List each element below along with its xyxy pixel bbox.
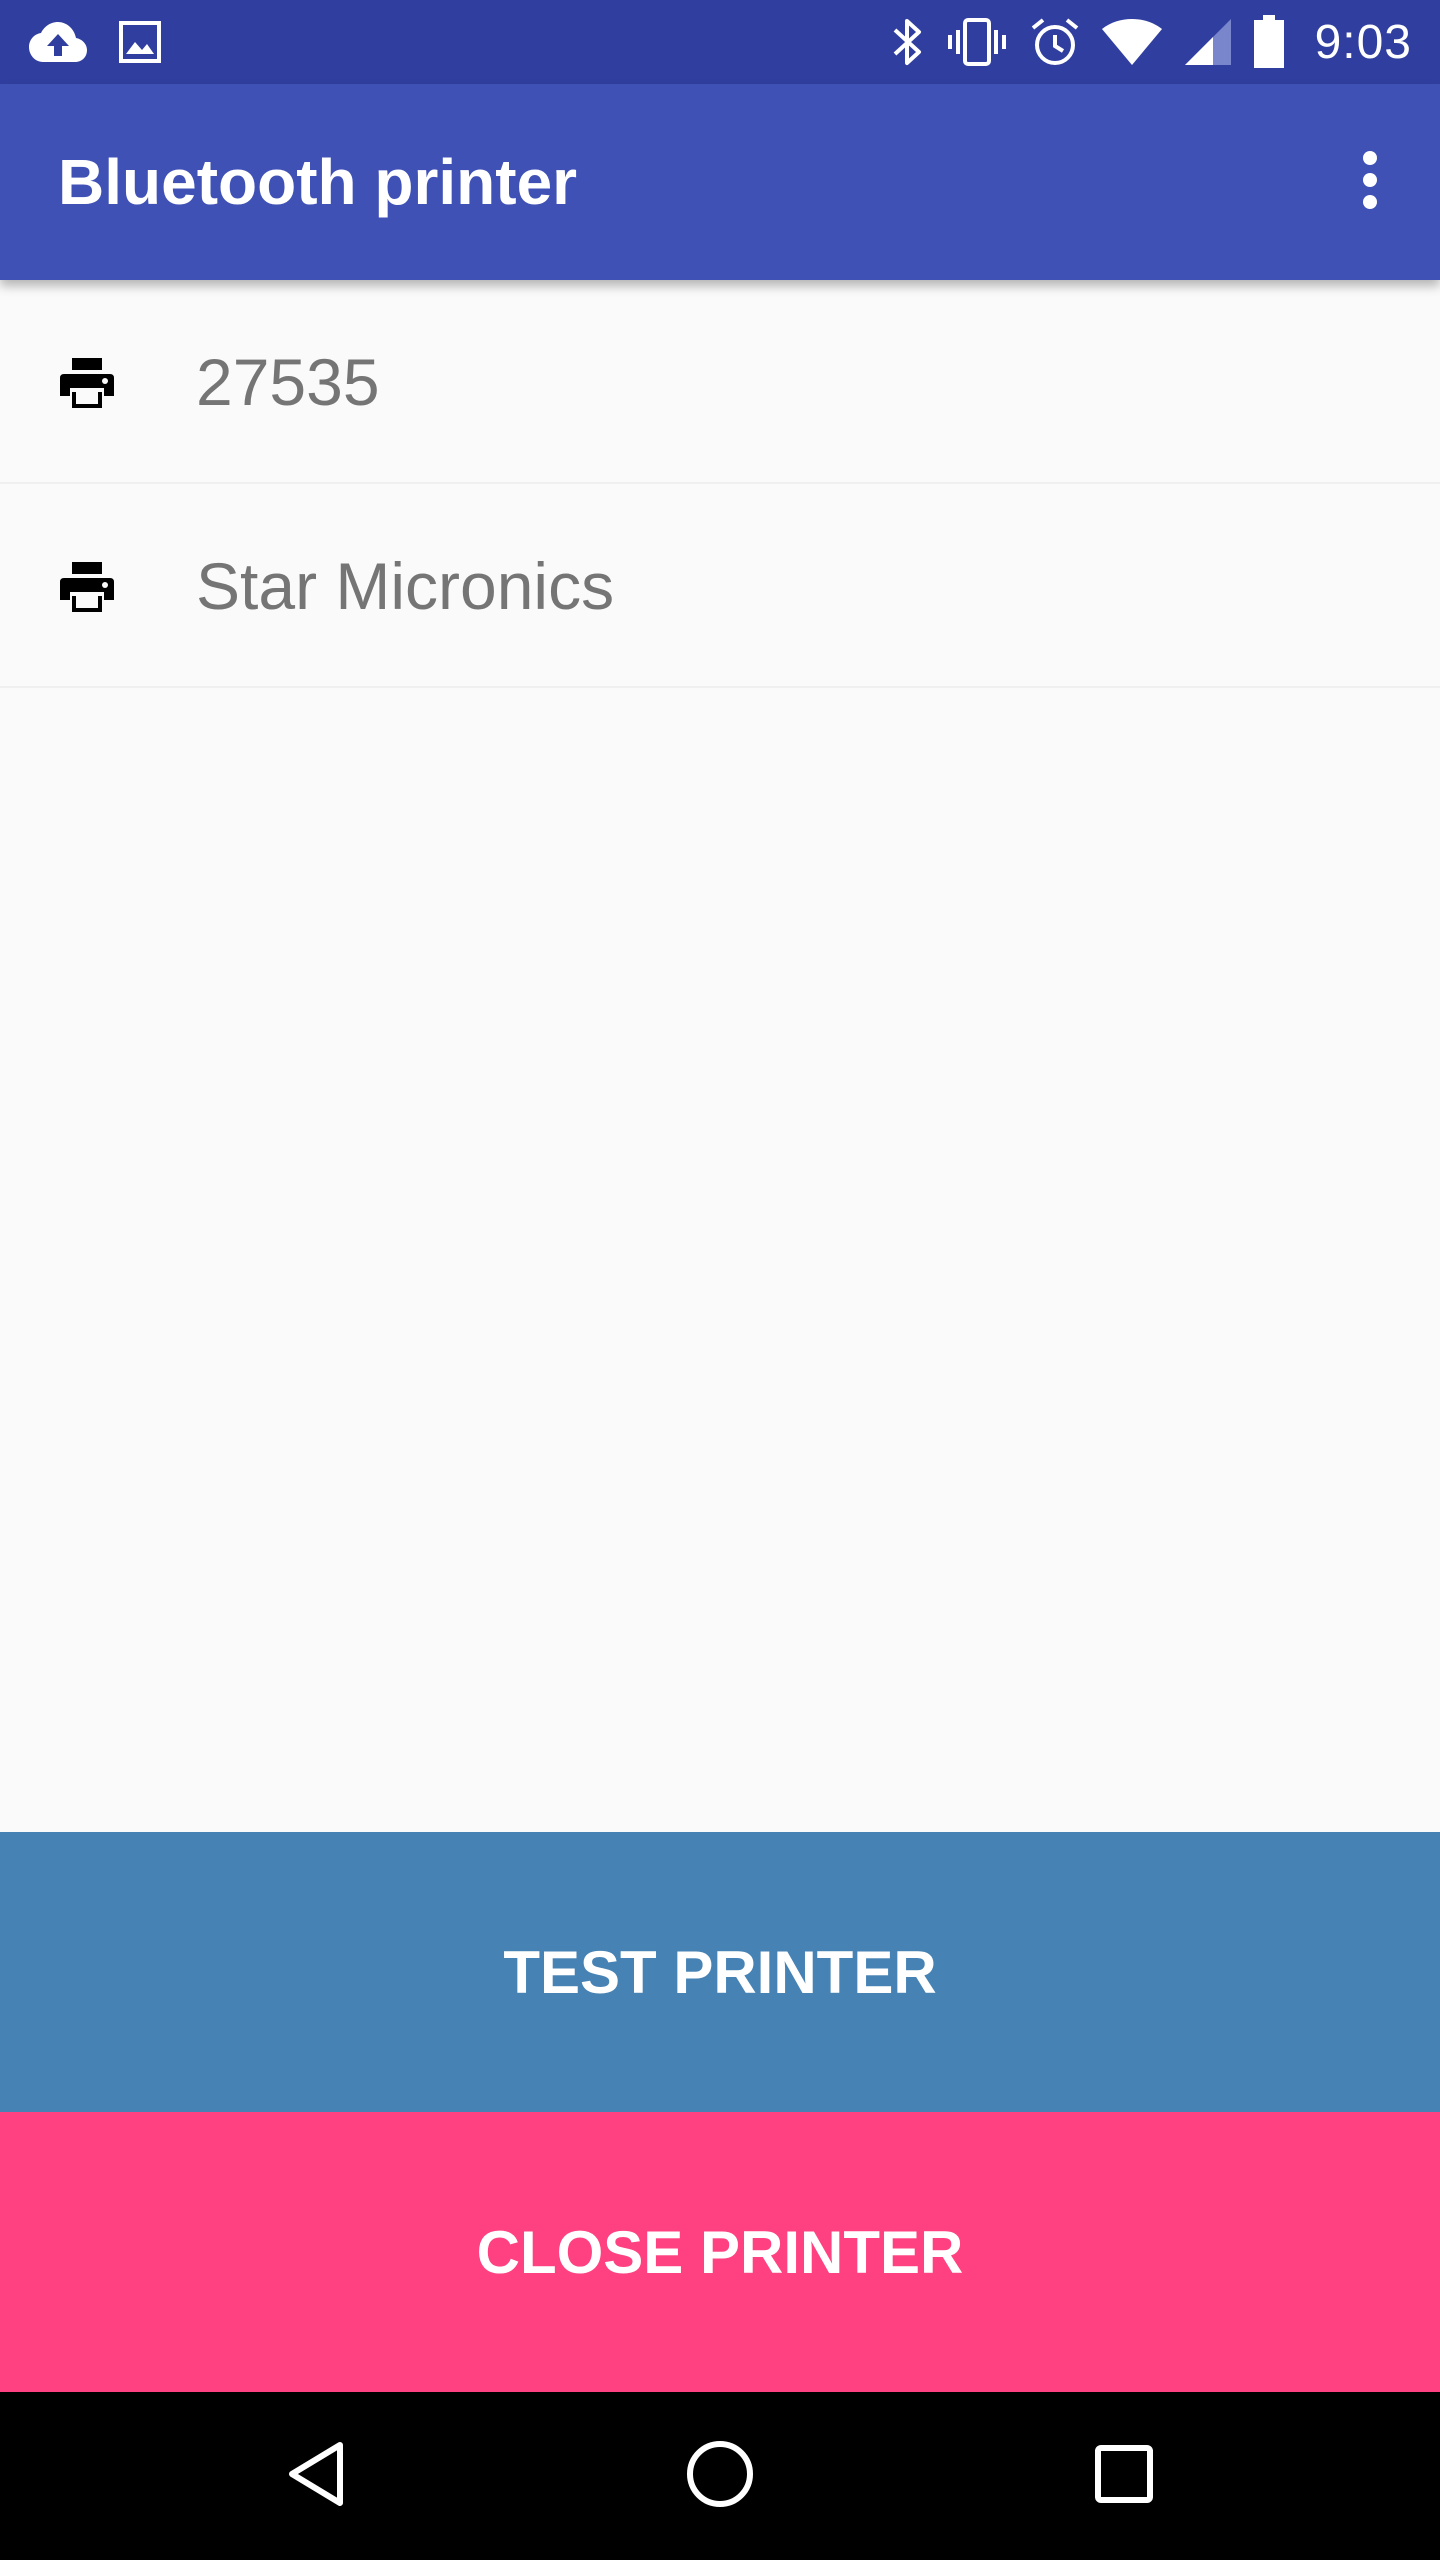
signal-icon <box>1183 17 1233 67</box>
app-bar: Bluetooth printer <box>0 84 1440 280</box>
more-vert-icon <box>1360 150 1380 215</box>
status-time: 9:03 <box>1314 15 1412 69</box>
recents-button[interactable] <box>1074 2426 1174 2526</box>
home-button[interactable] <box>670 2426 770 2526</box>
alarm-icon <box>1029 16 1081 68</box>
overflow-menu-button[interactable] <box>1330 142 1410 222</box>
battery-icon <box>1253 15 1285 69</box>
printer-list: 27535 Star Micronics <box>0 280 1440 688</box>
printer-name: Star Micronics <box>196 549 615 623</box>
navigation-bar <box>0 2392 1440 2560</box>
list-item[interactable]: 27535 <box>0 280 1440 484</box>
cloud-upload-icon <box>28 20 88 64</box>
list-item[interactable]: Star Micronics <box>0 484 1440 688</box>
close-printer-button[interactable]: CLOSE PRINTER <box>0 2112 1440 2392</box>
back-icon <box>284 2439 348 2514</box>
printer-icon <box>58 558 116 616</box>
home-icon <box>685 2439 755 2514</box>
vibrate-icon <box>945 16 1009 68</box>
wifi-icon <box>1101 17 1163 67</box>
printer-name: 27535 <box>196 345 380 419</box>
bluetooth-icon <box>891 16 925 68</box>
page-title: Bluetooth printer <box>58 146 578 218</box>
back-button[interactable] <box>266 2426 366 2526</box>
status-bar: 9:03 <box>0 0 1440 84</box>
test-printer-button[interactable]: TEST PRINTER <box>0 1832 1440 2112</box>
image-icon <box>118 20 162 64</box>
printer-icon <box>58 354 116 412</box>
recents-icon <box>1093 2443 1155 2510</box>
